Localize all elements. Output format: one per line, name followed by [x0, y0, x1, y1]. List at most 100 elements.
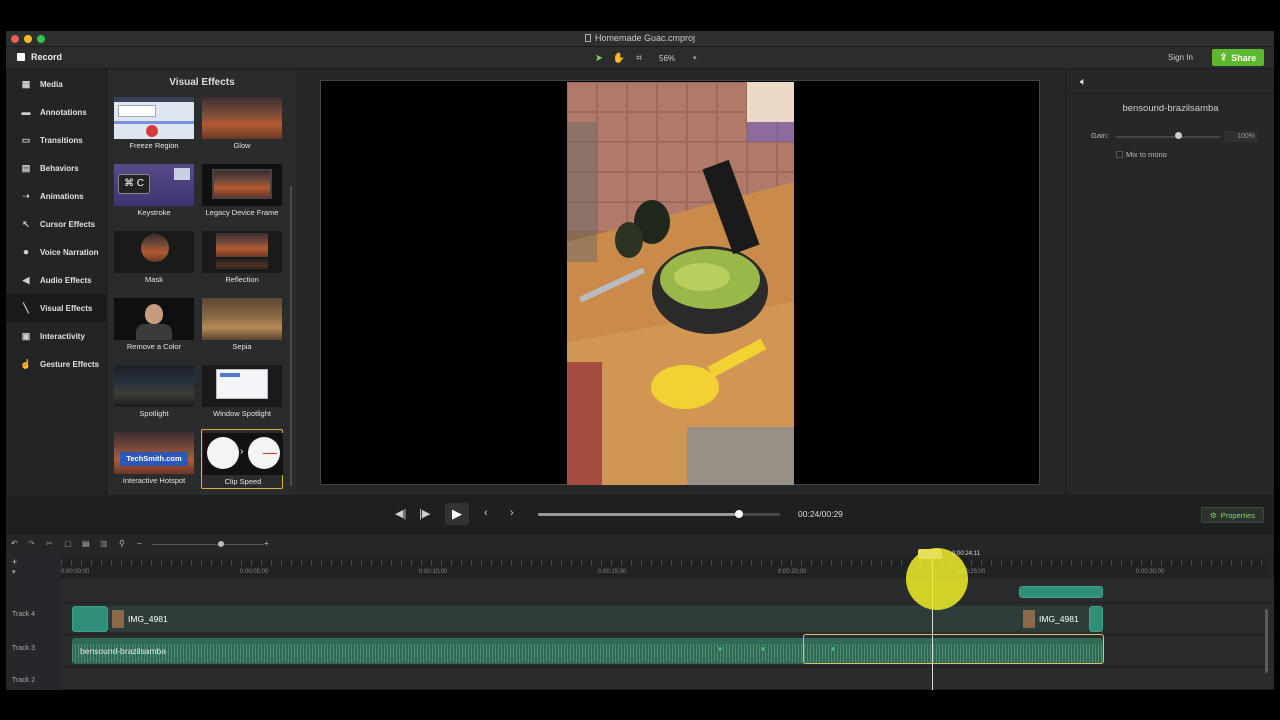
sidebar-item-cursor-effects[interactable]: ↖ Cursor Effects — [6, 210, 106, 238]
share-button[interactable]: ⇪ Share — [1212, 49, 1264, 66]
timeline-scrollbar[interactable] — [1265, 609, 1268, 673]
track-3-lane[interactable]: IMG_4981 IMG_4981 — [61, 603, 1274, 635]
guacamole-video-image — [567, 82, 794, 485]
scrub-bar[interactable] — [538, 513, 780, 516]
playhead-handle[interactable] — [918, 549, 942, 559]
effect-tile-remove-a-color[interactable]: Remove a Color — [113, 295, 195, 355]
timeline-zoom-slider[interactable] — [152, 544, 264, 545]
effect-tile-spotlight[interactable]: Spotlight — [113, 362, 195, 422]
freeze-region-thumbnail — [114, 97, 194, 139]
copy-icon[interactable]: ▢ — [64, 539, 72, 548]
sidebar-item-behaviors[interactable]: ▤ Behaviors — [6, 154, 106, 182]
animation-icon: ➝ — [22, 190, 30, 201]
microphone-icon: ⏺ — [23, 246, 29, 257]
scrub-handle[interactable] — [734, 510, 743, 518]
sidebar-item-transitions[interactable]: ▭ Transitions — [6, 126, 106, 154]
zoom-out-icon[interactable]: − — [137, 539, 142, 548]
zoom-level[interactable]: 56% — [659, 54, 675, 63]
chevron-down-icon[interactable]: ▾ — [693, 54, 697, 62]
effect-tile-sepia[interactable]: Sepia — [201, 295, 283, 355]
track-3-clip-end[interactable] — [1089, 606, 1103, 632]
next-clip-icon[interactable]: › — [510, 507, 514, 519]
track-headers: + ▾ Track 4 Track 3 Track 2 — [6, 553, 61, 690]
screen-icon: ▣ — [21, 330, 31, 341]
timeline-toolbar: ↶ ↷ ✂ ▢ ▤ ▥ ⚲ − + — [6, 533, 1274, 553]
previous-clip-icon[interactable]: ‹ — [484, 507, 488, 519]
effect-tile-keystroke[interactable]: ⌘ C Keystroke — [113, 161, 195, 221]
track-1-lane[interactable] — [61, 667, 1274, 690]
sidebar-item-gesture-effects[interactable]: ☝ Gesture Effects — [6, 350, 106, 378]
effect-tile-window-spotlight[interactable]: Window Spotlight — [201, 362, 283, 422]
track-4-clip[interactable] — [1019, 586, 1103, 598]
gain-slider[interactable] — [1116, 136, 1220, 138]
timeline: + ▾ Track 4 Track 3 Track 2 0:00:00;00 0… — [6, 553, 1274, 690]
sidebar-item-annotations[interactable]: ▬ Annotations — [6, 98, 106, 126]
split-icon[interactable]: ▥ — [100, 539, 108, 548]
effect-tile-interactive-hotspot[interactable]: TechSmith.com Interactive Hotspot — [113, 429, 195, 489]
clock-icon — [207, 437, 239, 469]
effect-tile-glow[interactable]: Glow — [201, 94, 283, 154]
cut-icon[interactable]: ✂ — [46, 539, 53, 548]
sidebar-item-media[interactable]: ▦ Media — [6, 70, 106, 98]
preview-canvas[interactable] — [320, 80, 1040, 485]
track-label: Track 4 — [12, 611, 36, 618]
properties-button[interactable]: ⚙ Properties — [1201, 507, 1264, 523]
window-spotlight-thumbnail — [202, 365, 282, 407]
video-frame[interactable] — [567, 82, 794, 485]
remove-a-color-thumbnail — [114, 298, 194, 340]
redo-icon[interactable]: ↷ — [28, 539, 35, 548]
sidebar-item-interactivity[interactable]: ▣ Interactivity — [6, 322, 106, 350]
arrow-tool-icon[interactable]: ➤ — [593, 52, 605, 64]
volume-keyframe[interactable] — [760, 646, 766, 652]
record-button[interactable]: Record — [17, 52, 62, 62]
effect-tile-reflection[interactable]: Reflection — [201, 228, 283, 288]
effect-tile-clip-speed[interactable]: › Clip Speed — [201, 429, 283, 489]
spotlight-thumbnail — [114, 365, 194, 407]
selected-audio-region[interactable] — [803, 634, 1104, 664]
effects-scrollbar[interactable] — [290, 186, 292, 486]
audio-tab-speaker-icon[interactable]: 🔈︎ — [1080, 76, 1087, 89]
sidebar-item-voice-narration[interactable]: ⏺ Voice Narration — [6, 238, 106, 266]
sign-in-link[interactable]: Sign In — [1168, 53, 1193, 62]
video-clip[interactable]: IMG_4981 — [108, 606, 1019, 632]
effect-tile-mask[interactable]: Mask — [113, 228, 195, 288]
interactive-hotspot-thumbnail: TechSmith.com — [114, 432, 194, 474]
playback-bar: ◀| |▶ ▶ ‹ › 00:24/00:29 ⚙ Properties — [6, 495, 1274, 533]
video-clip[interactable]: IMG_4981 — [1019, 606, 1089, 632]
crop-tool-icon[interactable]: ⌗ — [633, 52, 645, 64]
camtasia-window: Homemade Guac.cmproj Record ➤ ✋ ⌗ 56% ▾ … — [6, 31, 1274, 690]
title-bar: Homemade Guac.cmproj — [6, 31, 1274, 47]
gain-value-field[interactable]: 100% — [1224, 131, 1258, 142]
collapse-tracks-icon[interactable]: ▾ — [12, 568, 16, 576]
undo-icon[interactable]: ↶ — [11, 539, 18, 548]
step-back-icon[interactable]: ◀| — [395, 507, 406, 520]
tools-sidebar: ▦ Media ▬ Annotations ▭ Transitions ▤ Behavi… — [6, 70, 107, 495]
volume-keyframe[interactable] — [717, 646, 723, 652]
cursor-icon: ↖ — [22, 218, 30, 229]
play-button[interactable]: ▶ — [445, 503, 469, 525]
glow-thumbnail — [202, 97, 282, 139]
speaker-icon: ◀ — [22, 274, 30, 285]
track-label: Track 3 — [12, 645, 36, 652]
time-ruler[interactable]: 0:00:00;00 0:00:05;00 0:00:10;00 0:00:15… — [61, 558, 1267, 578]
sidebar-item-animations[interactable]: ➝ Animations — [6, 182, 106, 210]
zoom-in-icon[interactable]: + — [264, 539, 269, 548]
mask-thumbnail — [114, 231, 194, 273]
clip-thumbnail — [1023, 610, 1035, 628]
add-track-icon[interactable]: + — [12, 557, 17, 567]
main-toolbar: Record ➤ ✋ ⌗ 56% ▾ Sign In ⇪ Share — [6, 47, 1274, 69]
effect-tile-freeze-region[interactable]: Freeze Region — [113, 94, 195, 154]
sidebar-item-audio-effects[interactable]: ◀ Audio Effects — [6, 266, 106, 294]
pan-hand-tool-icon[interactable]: ✋ — [613, 52, 625, 64]
track-3-clip-start[interactable] — [72, 606, 108, 632]
timeline-zoom-handle[interactable] — [218, 541, 224, 547]
paste-icon[interactable]: ▤ — [82, 539, 90, 548]
effect-tile-legacy-device-frame[interactable]: Legacy Device Frame — [201, 161, 283, 221]
step-forward-icon[interactable]: |▶ — [419, 507, 430, 520]
transition-icon: ▭ — [21, 134, 31, 145]
track-4-lane[interactable] — [61, 579, 1274, 603]
zoom-search-icon[interactable]: ⚲ — [119, 539, 125, 548]
sidebar-item-visual-effects[interactable]: ╲ Visual Effects — [6, 294, 106, 322]
gear-icon: ⚙ — [1210, 510, 1217, 520]
mix-to-mono-checkbox[interactable] — [1116, 151, 1123, 158]
